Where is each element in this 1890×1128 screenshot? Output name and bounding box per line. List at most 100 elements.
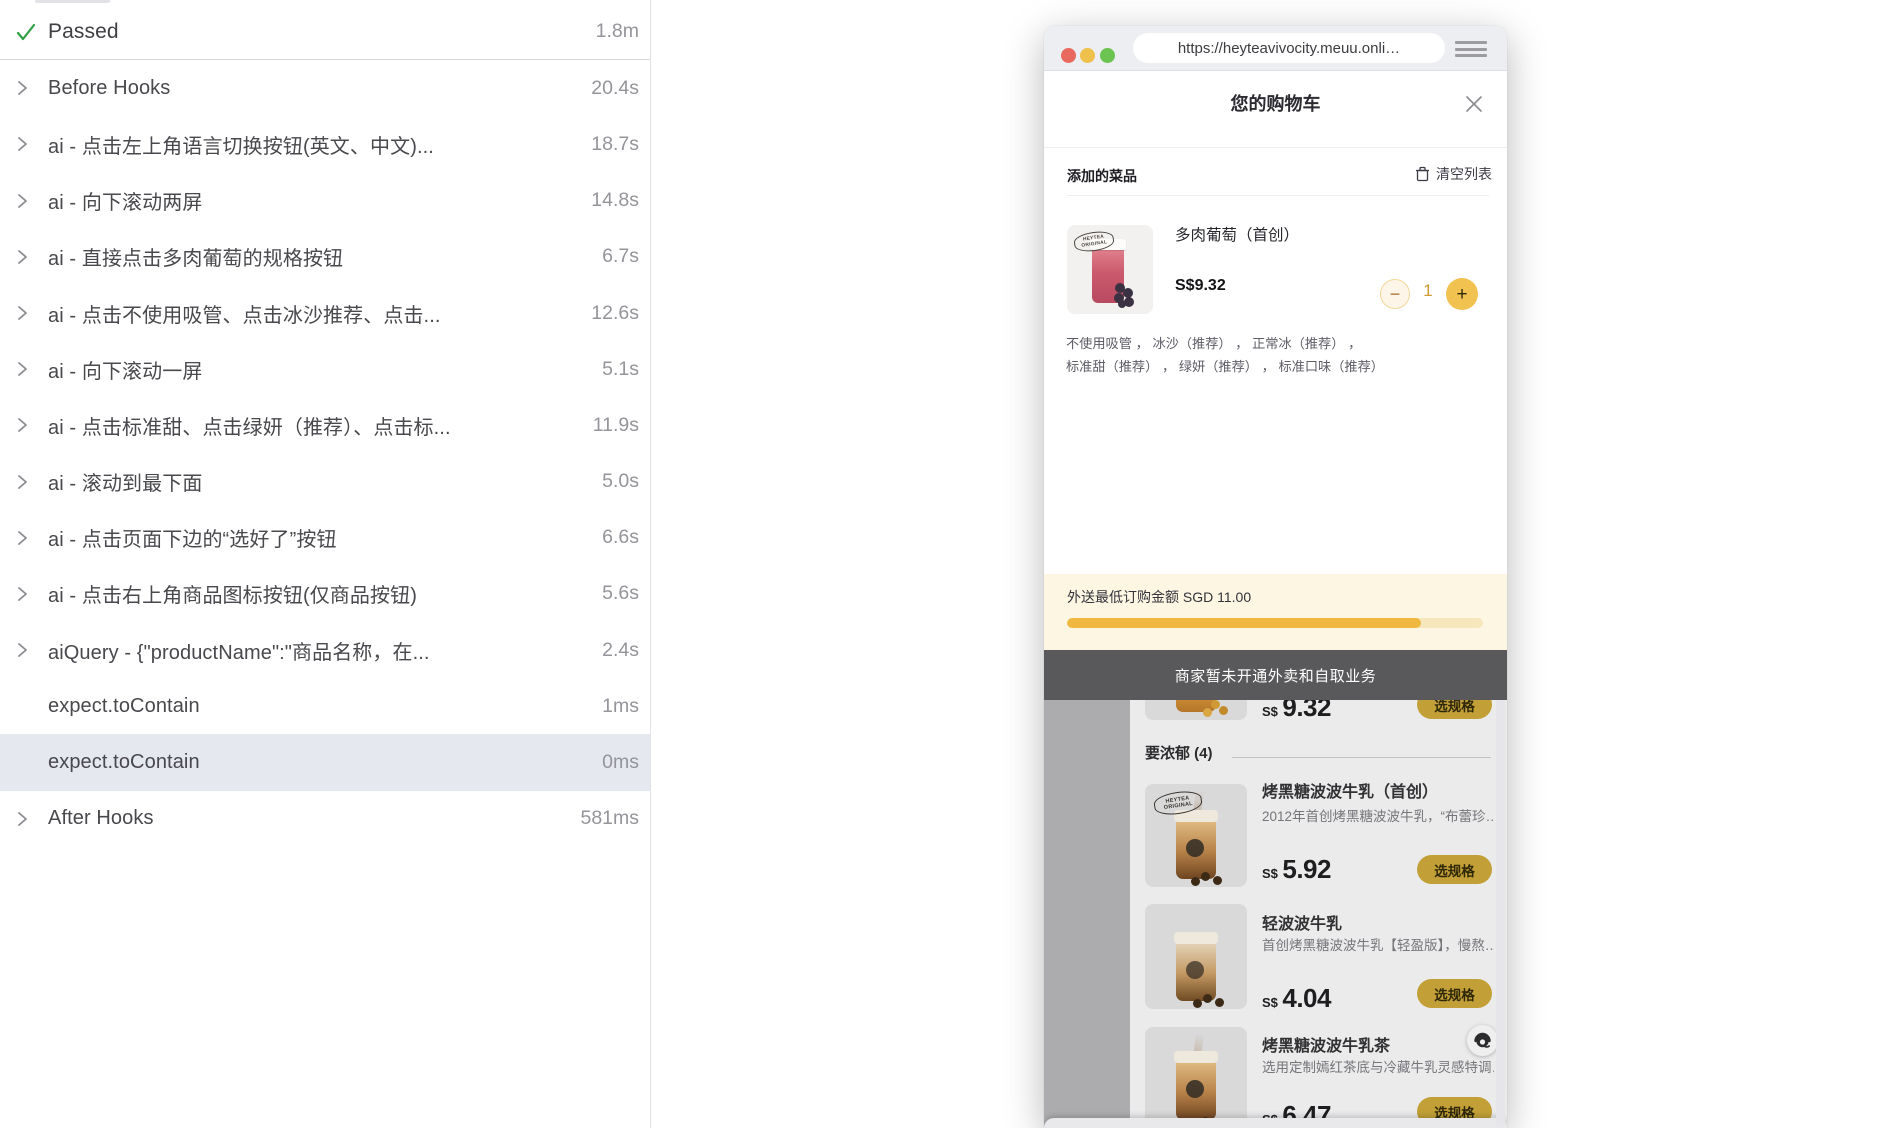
clear-list-button[interactable]: 清空列表 <box>1415 164 1492 184</box>
test-row-ai-step[interactable]: ai - 滚动到最下面 5.0s <box>0 454 650 510</box>
test-row-label: ai - 点击左上角语言切换按钮(英文、中文)... <box>48 130 579 159</box>
test-row-ai-step[interactable]: ai - 点击页面下边的“选好了”按钮 6.6s <box>0 510 650 566</box>
test-row-time: 5.0s <box>602 470 639 493</box>
product-image <box>1145 1027 1247 1128</box>
minus-icon: − <box>1390 285 1401 303</box>
test-row-time: 0ms <box>602 751 639 774</box>
test-row-time: 2.4s <box>602 639 639 662</box>
test-row-ai-step[interactable]: ai - 直接点击多肉葡萄的规格按钮 6.7s <box>0 229 650 285</box>
browser-window: https://heyteavivocity.meuu.onli… S$ 9.3… <box>1044 26 1507 1128</box>
product-image: HEYTEA ORIGINAL <box>1145 784 1247 887</box>
test-row-expect-selected[interactable]: expect.toContain 0ms <box>0 734 650 790</box>
options-line: 标准甜（推荐） ， 绿妍（推荐） ， 标准口味（推荐） <box>1066 355 1406 378</box>
drink-cup-illustration <box>1176 1058 1216 1120</box>
cart-item-name: 多肉葡萄（首创） <box>1175 223 1299 245</box>
divider <box>1044 147 1507 148</box>
min-order-banner: 外送最低订购金额 SGD 11.00 <box>1044 574 1507 650</box>
test-row-ai-step[interactable]: ai - 点击右上角商品图标按钮(仅商品按钮) 5.6s <box>0 566 650 622</box>
test-row-before-hooks[interactable]: Before Hooks 20.4s <box>0 60 650 116</box>
test-row-ai-step[interactable]: ai - 向下滚动两屏 14.8s <box>0 173 650 229</box>
price-value: 4.04 <box>1282 983 1331 1013</box>
currency-label: S$ <box>1262 704 1278 719</box>
test-row-ai-step[interactable]: ai - 向下滚动一屏 5.1s <box>0 341 650 397</box>
section-divider <box>1232 757 1491 758</box>
test-report-panel: Passed 1.8m Before Hooks 20.4s ai - 点击左上… <box>0 0 651 1128</box>
currency-label: S$ <box>1262 866 1278 881</box>
toast-text: 商家暂未开通外卖和自取业务 <box>1175 665 1377 686</box>
test-row-time: 6.6s <box>602 526 639 549</box>
quantity-increase-button[interactable]: + <box>1446 278 1478 310</box>
product-price: S$ 5.92 <box>1262 854 1331 885</box>
test-row-ai-step[interactable]: ai - 点击标准甜、点击绿妍（推荐）、点击标... 11.9s <box>0 397 650 453</box>
browser-topbar: https://heyteavivocity.meuu.onli… <box>1044 26 1507 71</box>
choose-spec-label: 选规格 <box>1434 860 1475 880</box>
product-name: 烤黑糖波波牛乳茶 <box>1262 1032 1390 1056</box>
options-line: 不使用吸管 ， 冰沙（推荐） ， 正常冰（推荐） ， <box>1066 332 1406 355</box>
chevron-right-icon <box>15 133 41 155</box>
choose-spec-button[interactable]: 选规格 <box>1417 979 1492 1008</box>
test-row-passed[interactable]: Passed 1.8m <box>0 4 650 60</box>
cart-modal: 您的购物车 添加的菜品 清空列表 HEYTE <box>1044 70 1507 650</box>
min-order-text: 外送最低订购金额 SGD 11.00 <box>1067 587 1251 607</box>
address-bar[interactable]: https://heyteavivocity.meuu.onli… <box>1133 33 1445 63</box>
test-row-after-hooks[interactable]: After Hooks 581ms <box>0 791 650 847</box>
test-row-label: expect.toContain <box>48 695 590 718</box>
screen: Passed 1.8m Before Hooks 20.4s ai - 点击左上… <box>0 0 1890 1128</box>
quantity-decrease-button[interactable]: − <box>1380 279 1410 309</box>
product-image <box>1145 904 1247 1009</box>
test-row-time: 18.7s <box>591 133 639 156</box>
menu-section-title: 要浓郁 (4) <box>1145 742 1213 763</box>
test-row-label: ai - 向下滚动两屏 <box>48 186 579 215</box>
product-name: 烤黑糖波波牛乳（首创） <box>1262 778 1438 802</box>
chevron-right-icon <box>15 639 41 661</box>
choose-spec-button[interactable]: 选规格 <box>1417 855 1492 884</box>
chevron-right-icon <box>15 583 41 605</box>
min-order-progress-fill <box>1067 618 1421 628</box>
test-row-expect[interactable]: expect.toContain 1ms <box>0 678 650 734</box>
product-price: S$ 4.04 <box>1262 983 1331 1014</box>
test-row-label: ai - 向下滚动一屏 <box>48 355 590 384</box>
test-row-label: After Hooks <box>48 807 568 830</box>
product-description: 选用定制嫣红茶底与冷藏牛乳灵感特调… <box>1262 1056 1494 1076</box>
choose-spec-label: 选规格 <box>1434 984 1475 1004</box>
url-text: https://heyteavivocity.meuu.onli… <box>1178 40 1400 57</box>
product-description: 2012年首创烤黑糖波波牛乳，“布蕾珍… <box>1262 805 1494 825</box>
cart-item-price: S$9.32 <box>1175 277 1226 295</box>
close-icon[interactable] <box>1463 93 1485 115</box>
quantity-value: 1 <box>1410 281 1446 301</box>
cart-item-options: 不使用吸管 ， 冰沙（推荐） ， 正常冰（推荐） ， 标准甜（推荐） ， 绿妍（… <box>1066 332 1406 378</box>
price-value: 5.92 <box>1282 854 1331 884</box>
test-row-time: 581ms <box>580 807 639 830</box>
window-minimize-button[interactable] <box>1080 48 1095 63</box>
chevron-right-icon <box>15 246 41 268</box>
min-order-progress-track <box>1067 618 1483 628</box>
test-row-ai-step[interactable]: ai - 点击左上角语言切换按钮(英文、中文)... 18.7s <box>0 116 650 172</box>
chevron-right-icon <box>15 302 41 324</box>
browser-menu-icon[interactable] <box>1455 41 1487 57</box>
product-description: 首创烤黑糖波波牛乳【轻盈版】，慢熬… <box>1262 934 1494 954</box>
headset-icon <box>1472 1030 1493 1051</box>
test-row-ai-step[interactable]: ai - 点击不使用吸管、点击冰沙推荐、点击... 12.6s <box>0 285 650 341</box>
test-row-aiquery[interactable]: aiQuery - {"productName":"商品名称，在... 2.4s <box>0 622 650 678</box>
check-icon <box>15 21 41 43</box>
test-row-label: ai - 点击不使用吸管、点击冰沙推荐、点击... <box>48 299 579 328</box>
row-indent-spacer <box>15 695 41 717</box>
added-items-label: 添加的菜品 <box>1067 166 1137 186</box>
drink-cup-illustration <box>1176 817 1216 879</box>
test-row-time: 12.6s <box>591 302 639 325</box>
trash-icon <box>1415 166 1430 182</box>
customer-service-button[interactable] <box>1467 1025 1498 1056</box>
test-row-time: 20.4s <box>591 77 639 100</box>
test-row-label: expect.toContain <box>48 751 590 774</box>
chevron-right-icon <box>15 358 41 380</box>
test-row-label: ai - 直接点击多肉葡萄的规格按钮 <box>48 242 590 271</box>
toast-banner: 商家暂未开通外卖和自取业务 <box>1044 650 1507 700</box>
test-row-time: 6.7s <box>602 245 639 268</box>
chevron-right-icon <box>15 527 41 549</box>
window-zoom-button[interactable] <box>1100 48 1115 63</box>
window-close-button[interactable] <box>1061 48 1076 63</box>
cart-item-image: HEYTEA ORIGINAL <box>1067 225 1153 314</box>
divider <box>1067 195 1489 196</box>
test-row-label: Before Hooks <box>48 77 579 100</box>
test-row-time: 11.9s <box>593 414 639 437</box>
